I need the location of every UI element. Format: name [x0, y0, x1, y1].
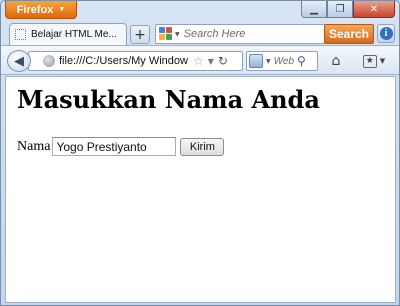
minimize-button[interactable]: ▁ — [301, 1, 327, 18]
home-button[interactable]: ⌂ — [326, 52, 346, 70]
back-button[interactable]: ◀ — [7, 50, 31, 72]
chevron-down-icon: ▼ — [266, 57, 271, 65]
window-controls: ▁ ❐ ✕ — [301, 1, 395, 18]
firefox-menu-button[interactable]: Firefox ▼ — [5, 1, 77, 19]
tab-strip: Belajar HTML Me... + ▼ Search Here Searc… — [1, 21, 399, 45]
tab-label: Belajar HTML Me... — [31, 29, 117, 40]
page-content: Masukkan Nama Anda Nama Kirim — [5, 76, 396, 303]
chevron-down-icon[interactable]: ▼ — [208, 57, 214, 66]
web-search-box[interactable]: ▼ Web ⚲ — [246, 51, 318, 71]
title-bar: Firefox ▼ ▁ ❐ ✕ — [1, 1, 399, 21]
address-bar[interactable]: file:///C:/Users/My Window ☆ ▼ ↻ — [28, 51, 243, 71]
chevron-down-icon: ▼ — [379, 57, 386, 65]
search-button-label: Search — [328, 27, 370, 41]
search-placeholder: Search Here — [183, 28, 246, 40]
url-text: file:///C:/Users/My Window — [59, 55, 188, 67]
chevron-down-icon: ▼ — [58, 6, 66, 13]
reload-icon[interactable]: ↻ — [218, 54, 228, 68]
close-icon: ✕ — [369, 3, 379, 15]
web-search-placeholder: Web — [273, 55, 295, 67]
firefox-menu-label: Firefox — [16, 3, 54, 16]
tab-belajar-html[interactable]: Belajar HTML Me... — [9, 23, 127, 45]
name-input[interactable] — [52, 137, 177, 156]
restore-button[interactable]: ❐ — [327, 1, 353, 18]
submit-button[interactable]: Kirim — [180, 137, 225, 156]
restore-icon: ❐ — [335, 3, 345, 15]
info-button[interactable]: i — [377, 24, 395, 43]
new-tab-button[interactable]: + — [130, 25, 150, 44]
plus-icon: + — [134, 26, 146, 43]
page-favicon-icon — [15, 29, 26, 40]
bookmarks-button[interactable]: ★ ▼ — [359, 52, 389, 70]
home-icon: ⌂ — [331, 53, 341, 69]
browser-window: Firefox ▼ ▁ ❐ ✕ Belajar HTML Me... + ▼ S… — [0, 0, 400, 306]
globe-icon — [43, 55, 55, 67]
minimize-icon: ▁ — [310, 3, 318, 15]
bookmarks-icon: ★ — [362, 54, 377, 68]
star-icon[interactable]: ☆ — [193, 54, 204, 68]
back-arrow-icon: ◀ — [14, 53, 24, 69]
name-label: Nama — [17, 138, 51, 154]
magnifier-icon[interactable]: ⚲ — [297, 54, 306, 68]
chevron-down-icon: ▼ — [175, 30, 180, 38]
search-engine-icon — [159, 27, 173, 41]
page-title: Masukkan Nama Anda — [17, 85, 320, 114]
search-engine-icon — [249, 54, 263, 68]
search-button[interactable]: Search — [324, 24, 374, 44]
info-icon: i — [379, 27, 393, 40]
close-button[interactable]: ✕ — [353, 1, 395, 18]
toolbar-search-box[interactable]: ▼ Search Here — [155, 24, 325, 44]
name-form: Nama Kirim — [17, 137, 225, 156]
navigation-bar: file:///C:/Users/My Window ☆ ▼ ↻ ◀ ▼ Web… — [1, 45, 399, 75]
